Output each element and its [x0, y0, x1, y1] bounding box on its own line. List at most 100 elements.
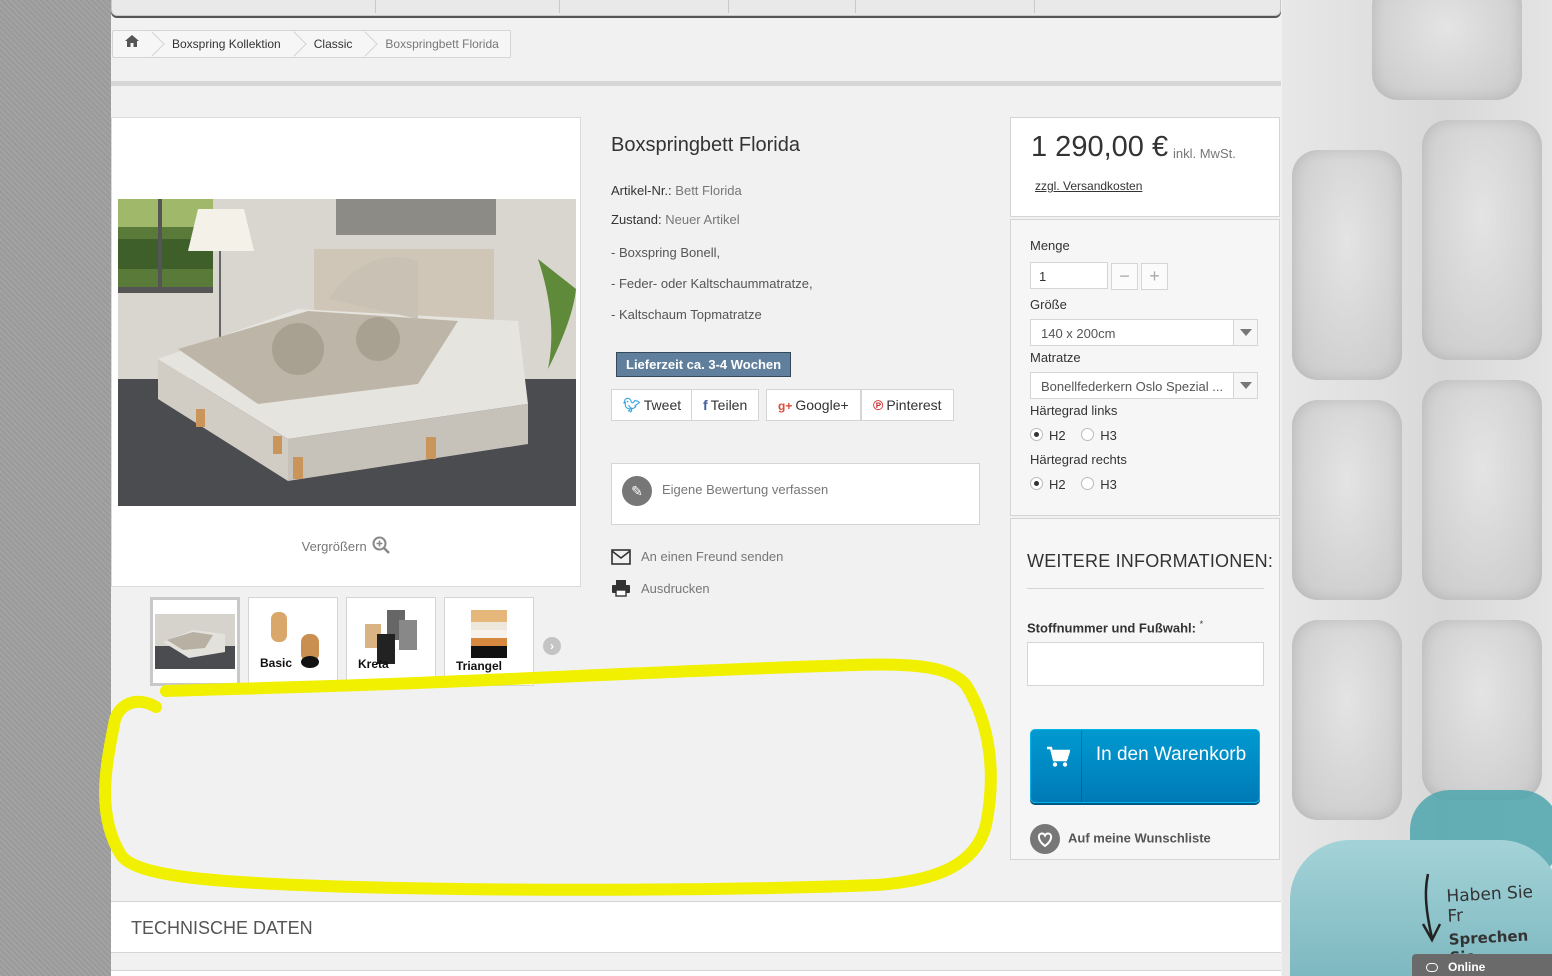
- quantity-input[interactable]: 1: [1030, 262, 1108, 289]
- more-information-title: WEITERE INFORMATIONEN:: [1027, 551, 1274, 571]
- facebook-share-button[interactable]: f Teilen: [691, 389, 760, 421]
- reference-label: Artikel-Nr.:: [611, 183, 672, 198]
- product-page: Boxspring Kollektion Classic Boxspringbe…: [99, 0, 1282, 976]
- send-to-friend-link[interactable]: An einen Freund senden: [611, 549, 783, 565]
- quantity-increase-button[interactable]: +: [1141, 263, 1168, 290]
- tweet-label: Tweet: [643, 397, 682, 413]
- chat-prompt-line1: Haben Sie Fr: [1445, 882, 1534, 927]
- tax-label: inkl. MwSt.: [1173, 146, 1236, 161]
- shopping-cart-icon: [1047, 746, 1070, 767]
- radio-label: H2: [1049, 477, 1066, 492]
- technical-data-section: TECHNISCHE DATEN: [111, 901, 1281, 953]
- quantity-decrease-button[interactable]: −: [1111, 263, 1138, 290]
- nav-divider: [375, 0, 376, 13]
- hardness-right-radio-group: H2 H3: [1030, 477, 1117, 492]
- home-icon: [125, 35, 139, 47]
- chevron-down-icon: [1233, 373, 1257, 398]
- plus-icon: +: [1149, 266, 1160, 286]
- quantity-label: Menge: [1030, 238, 1070, 253]
- breadcrumb-item-current: Boxspringbett Florida: [365, 31, 510, 57]
- googleplus-label: Google+: [795, 397, 849, 413]
- print-link[interactable]: Ausdrucken: [611, 579, 710, 597]
- thumbnail-label: Basic: [260, 656, 293, 670]
- headboard-tuft: [1422, 620, 1542, 800]
- thumbnail-triangel[interactable]: Triangel: [444, 597, 534, 686]
- reference-value: Bett Florida: [675, 183, 742, 198]
- chat-bubble-icon: [1426, 963, 1438, 972]
- thumbnail-kreta[interactable]: Kreta: [346, 597, 436, 686]
- hardness-right-h2-radio[interactable]: H2: [1030, 477, 1066, 492]
- section-divider: [111, 970, 1281, 976]
- wishlist-link[interactable]: Auf meine Wunschliste: [1030, 824, 1211, 854]
- required-mark: *: [1199, 619, 1204, 629]
- headboard-tuft: [1372, 0, 1522, 100]
- headboard-tuft: [1292, 620, 1402, 820]
- more-information-box: WEITERE INFORMATIONEN: Stoffnummer und F…: [1010, 518, 1280, 860]
- googleplus-icon: g+: [778, 399, 793, 413]
- customization-label-text: Stoffnummer und Fußwahl:: [1027, 620, 1196, 636]
- twitter-icon: 🐦︎: [623, 397, 641, 413]
- divider: [111, 81, 1281, 86]
- thumbnail-bed[interactable]: [150, 597, 240, 686]
- thumbnail-next-button[interactable]: ›: [543, 637, 561, 655]
- thumbnail-basic-image: [249, 598, 337, 685]
- customization-input[interactable]: [1027, 642, 1264, 686]
- chevron-down-icon: [1233, 320, 1257, 345]
- hardness-right-h3-radio[interactable]: H3: [1081, 477, 1117, 492]
- condition-label: Zustand:: [611, 212, 662, 227]
- pinterest-icon: ℗: [873, 397, 884, 413]
- mattress-label: Matratze: [1030, 350, 1081, 365]
- googleplus-button[interactable]: g+ Google+: [766, 389, 861, 421]
- enlarge-link[interactable]: Vergrößern: [112, 536, 580, 554]
- product-price: 1 290,00 €: [1031, 131, 1169, 163]
- share-label: Teilen: [710, 397, 748, 413]
- feature-item: - Feder- oder Kaltschaummatratze,: [611, 276, 813, 291]
- headboard-tuft: [1422, 120, 1542, 360]
- shipping-costs-link[interactable]: zzgl. Versandkosten: [1031, 178, 1147, 194]
- radio-selected-icon: [1030, 477, 1043, 490]
- mattress-value: Bonellfederkern Oslo Spezial ...: [1041, 379, 1224, 394]
- hardness-left-h3-radio[interactable]: H3: [1081, 428, 1117, 443]
- product-image-box: Vergrößern: [111, 117, 581, 587]
- facebook-icon: f: [703, 397, 708, 413]
- radio-label: H2: [1049, 428, 1066, 443]
- mattress-select[interactable]: Bonellfederkern Oslo Spezial ...: [1030, 372, 1258, 399]
- thumbnail-label: Triangel: [456, 659, 503, 673]
- radio-label: H3: [1100, 428, 1117, 443]
- availability-badge: Lieferzeit ca. 3-4 Wochen: [616, 352, 792, 377]
- size-label: Größe: [1030, 297, 1067, 312]
- background-left-fabric: [0, 0, 112, 976]
- product-main-image[interactable]: [118, 199, 576, 506]
- headboard-tuft: [1292, 150, 1402, 380]
- tweet-button[interactable]: 🐦︎ Tweet: [611, 389, 694, 421]
- breadcrumb-item-boxspring-kollektion[interactable]: Boxspring Kollektion: [152, 31, 294, 57]
- radio-label: H3: [1100, 477, 1117, 492]
- price-box: 1 290,00 € inkl. MwSt. zzgl. Versandkost…: [1010, 117, 1280, 217]
- nav-divider: [728, 0, 729, 13]
- product-options: Menge 1 − + Größe 140 x 200cm Matratze B…: [1010, 219, 1280, 516]
- thumbnail-basic[interactable]: Basic: [248, 597, 338, 686]
- minus-icon: −: [1119, 266, 1130, 286]
- condition-value: Neuer Artikel: [665, 212, 740, 227]
- feature-item: - Boxspring Bonell,: [611, 245, 721, 260]
- wishlist-label: Auf meine Wunschliste: [1068, 830, 1211, 846]
- write-review-button[interactable]: ✎ Eigene Bewertung verfassen: [611, 463, 980, 525]
- zoom-in-icon: [372, 536, 391, 554]
- hardness-left-h2-radio[interactable]: H2: [1030, 428, 1066, 443]
- pencil-icon: ✎: [622, 476, 652, 506]
- chat-online-button[interactable]: Online: [1412, 954, 1552, 976]
- top-navigation-bar: [111, 0, 1281, 16]
- add-to-cart-button[interactable]: In den Warenkorb: [1030, 729, 1260, 803]
- nav-divider: [1034, 0, 1035, 13]
- cart-icon-box: [1031, 730, 1082, 802]
- product-condition: Zustand: Neuer Artikel: [611, 212, 740, 227]
- add-to-cart-label: In den Warenkorb: [1095, 744, 1247, 765]
- feature-item: - Kaltschaum Topmatratze: [611, 307, 762, 322]
- thumbnail-label: Kreta: [358, 657, 389, 671]
- size-select[interactable]: 140 x 200cm: [1030, 319, 1258, 346]
- divider: [1027, 588, 1264, 589]
- pinterest-button[interactable]: ℗ Pinterest: [861, 389, 954, 421]
- technical-data-title: TECHNISCHE DATEN: [131, 918, 313, 938]
- product-title: Boxspringbett Florida: [611, 134, 800, 156]
- breadcrumb-home[interactable]: [113, 31, 152, 57]
